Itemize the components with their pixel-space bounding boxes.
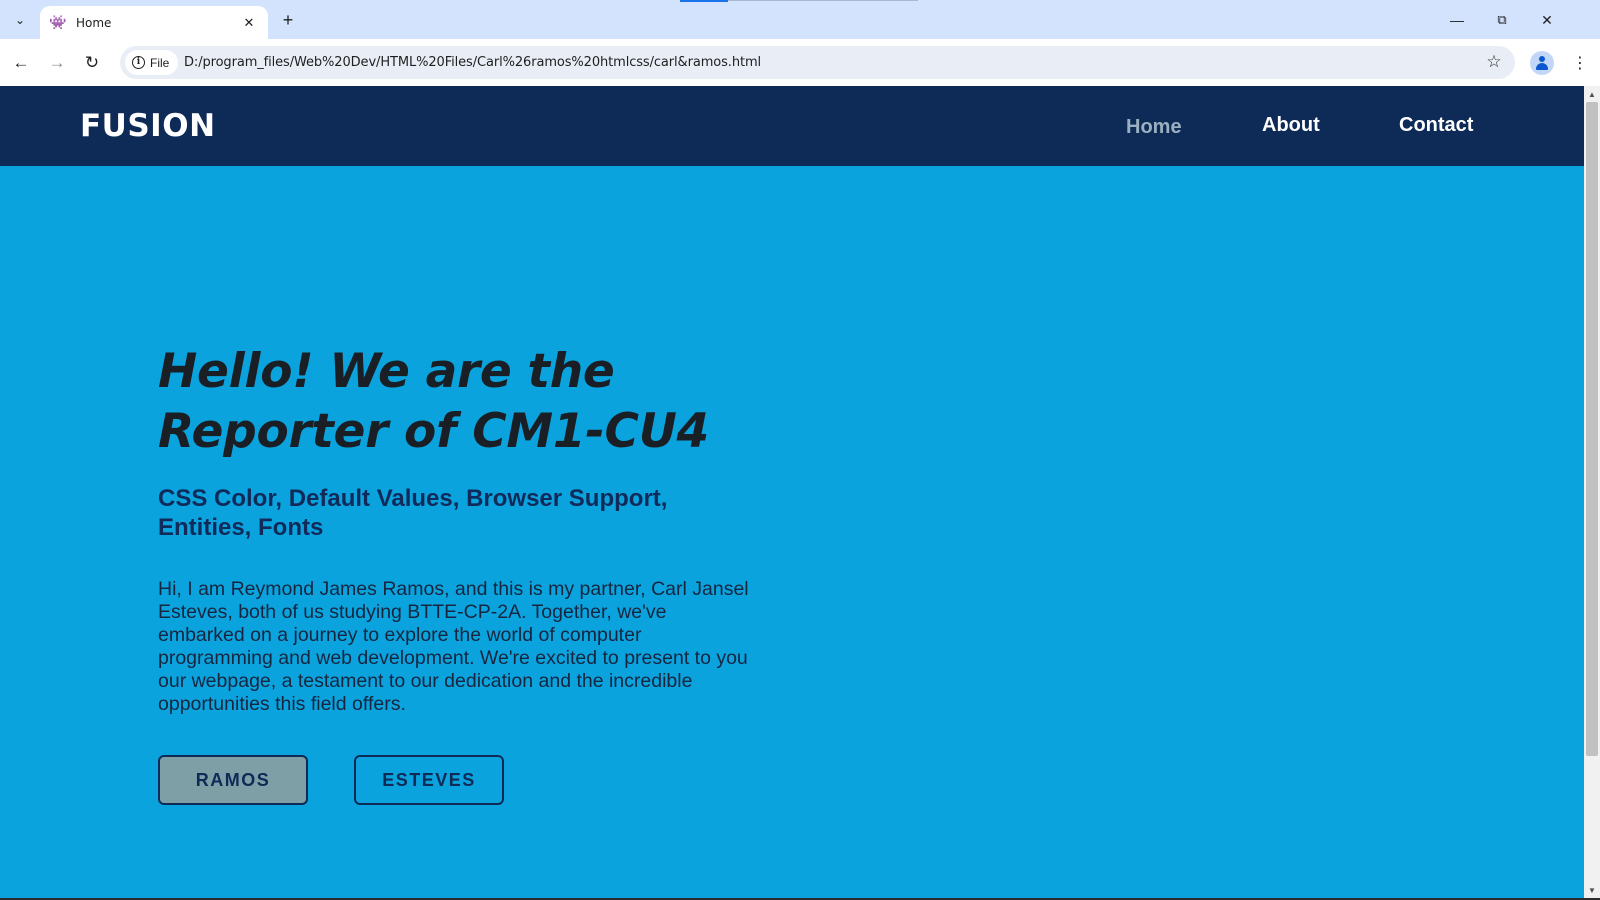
scrollbar-thumb[interactable] — [1586, 102, 1598, 756]
close-window-icon[interactable]: ✕ — [1535, 8, 1559, 32]
tab-title: Home — [76, 15, 112, 30]
star-icon[interactable]: ☆ — [1483, 51, 1505, 73]
restore-icon[interactable]: ⧉ — [1490, 8, 1514, 32]
site-logo[interactable]: FUSION — [80, 108, 216, 144]
hero-subtitle: CSS Color, Default Values, Browser Suppo… — [158, 485, 668, 541]
ramos-button[interactable]: RAMOS — [158, 755, 308, 805]
hero-title-line-1: Hello! We are the — [158, 344, 615, 399]
hero-body-text: Hi, I am Reymond James Ramos, and this i… — [158, 578, 749, 715]
hero-title: Hello! We are the Reporter of CM1-CU4 — [158, 342, 778, 462]
arrow-right-icon[interactable]: → — [45, 51, 69, 75]
site-chip-label: File — [150, 55, 170, 70]
url-text[interactable]: D:/program_files/Web%20Dev/HTML%20Files/… — [184, 55, 761, 70]
chevron-down-icon[interactable]: ⌄ — [8, 8, 32, 32]
info-icon: i — [132, 56, 145, 69]
tab-strip-indicator — [680, 0, 728, 2]
page-scrollbar[interactable]: ▲ ▼ — [1584, 86, 1600, 898]
address-bar[interactable]: i File D:/program_files/Web%20Dev/HTML%2… — [120, 46, 1515, 79]
kebab-menu-icon[interactable]: ⋮ — [1568, 51, 1592, 75]
esteves-button[interactable]: ESTEVES — [354, 755, 504, 805]
minimize-icon[interactable]: — — [1445, 8, 1469, 32]
tab-strip-divider — [728, 0, 918, 1]
scroll-up-arrow-icon[interactable]: ▲ — [1584, 86, 1600, 102]
page-viewport: FUSION Home About Contact Hello! We are … — [0, 86, 1584, 898]
hero-buttons: RAMOS ESTEVES — [158, 755, 504, 805]
tab-strip: ⌄ 👾 Home ✕ + — ⧉ ✕ — [0, 0, 1600, 39]
hero-title-line-2: Reporter of CM1-CU4 — [158, 404, 709, 459]
site-header: FUSION Home About Contact — [0, 86, 1584, 166]
scroll-down-arrow-icon[interactable]: ▼ — [1584, 882, 1600, 898]
reload-icon[interactable]: ↻ — [80, 51, 104, 75]
plus-icon[interactable]: + — [277, 9, 299, 31]
profile-avatar-glyph — [1534, 55, 1550, 71]
site-info-chip[interactable]: i File — [125, 50, 179, 75]
nav-link-home[interactable]: Home — [1126, 116, 1182, 139]
hero-section: Hello! We are the Reporter of CM1-CU4 CS… — [158, 342, 778, 716]
nav-link-about[interactable]: About — [1262, 114, 1320, 137]
browser-tab-home[interactable]: 👾 Home ✕ — [40, 6, 268, 39]
close-icon[interactable]: ✕ — [240, 14, 258, 32]
space-invader-icon: 👾 — [49, 14, 67, 30]
profile-icon[interactable] — [1530, 51, 1554, 75]
nav-link-contact[interactable]: Contact — [1399, 114, 1473, 137]
browser-toolbar: ← → ↻ i File D:/program_files/Web%20Dev/… — [0, 39, 1600, 86]
arrow-left-icon[interactable]: ← — [9, 51, 33, 75]
